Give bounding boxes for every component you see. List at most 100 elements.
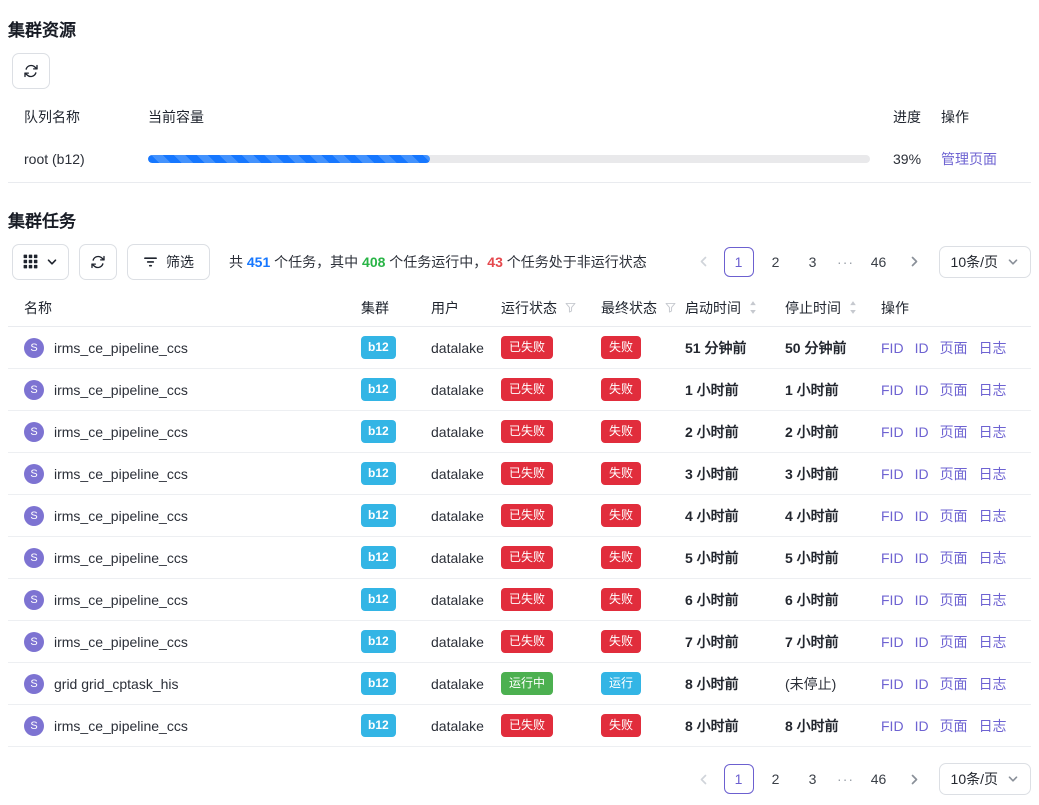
log-link[interactable]: 日志 [979,466,1007,482]
stop-time: (未停止) [777,663,869,705]
summary-text: 共 [229,254,247,270]
summary-text: 个任务处于非运行状态 [503,254,647,270]
fid-link[interactable]: FID [881,466,904,482]
page-link[interactable]: 页面 [940,340,968,356]
total-tasks-count: 451 [247,254,270,270]
fid-link[interactable]: FID [881,676,904,692]
task-name: irms_ce_pipeline_ccs [54,382,188,398]
pagination-page-46[interactable]: 46 [864,247,894,277]
page-link[interactable]: 页面 [940,676,968,692]
id-link[interactable]: ID [915,634,929,650]
log-link[interactable]: 日志 [979,340,1007,356]
filter-funnel-icon[interactable] [564,301,577,314]
fid-link[interactable]: FID [881,424,904,440]
id-link[interactable]: ID [915,676,929,692]
page-link[interactable]: 页面 [940,508,968,524]
filter-icon [143,254,158,269]
user-name: datalake [423,453,493,495]
fid-link[interactable]: FID [881,718,904,734]
pagination-next-icon[interactable] [901,247,927,277]
chevron-down-icon [1007,773,1019,785]
filter-button[interactable]: 筛选 [127,244,210,280]
log-link[interactable]: 日志 [979,634,1007,650]
fid-link[interactable]: FID [881,634,904,650]
user-name: datalake [423,411,493,453]
pagination-page-3[interactable]: 3 [798,247,828,277]
cluster-badge: b12 [361,504,396,526]
capacity-progress-fill [148,155,430,163]
fid-link[interactable]: FID [881,508,904,524]
refresh-icon [23,63,39,79]
tasks-refresh-button[interactable] [79,244,117,280]
resources-refresh-button[interactable] [12,53,50,89]
log-link[interactable]: 日志 [979,592,1007,608]
log-link[interactable]: 日志 [979,382,1007,398]
id-link[interactable]: ID [915,550,929,566]
log-link[interactable]: 日志 [979,550,1007,566]
start-time: 3 小时前 [677,453,777,495]
cluster-badge: b12 [361,546,396,568]
page-size-select[interactable]: 10条/页 [939,246,1031,278]
page-size-select[interactable]: 10条/页 [939,763,1031,795]
pagination-prev-icon[interactable] [691,247,717,277]
final-status-badge: 失败 [601,462,641,484]
pagination-ellipsis[interactable]: ··· [835,771,857,787]
col-final-status-label: 最终状态 [601,298,657,318]
stop-time: 8 小时前 [777,705,869,747]
pagination-page-1[interactable]: 1 [724,247,754,277]
avatar: S [24,506,44,526]
page-link[interactable]: 页面 [940,424,968,440]
page-link[interactable]: 页面 [940,466,968,482]
page-link[interactable]: 页面 [940,550,968,566]
fid-link[interactable]: FID [881,592,904,608]
fid-link[interactable]: FID [881,382,904,398]
sorter-icon[interactable] [848,300,858,315]
final-status-badge: 失败 [601,420,641,442]
stop-time: 2 小时前 [777,411,869,453]
col-start-time: 启动时间 [677,290,777,327]
table-row: S irms_ce_pipeline_ccs b12 datalake 已失败 … [8,411,1031,453]
log-link[interactable]: 日志 [979,508,1007,524]
id-link[interactable]: ID [915,508,929,524]
layout-grid-button[interactable] [12,244,69,280]
page-link[interactable]: 页面 [940,592,968,608]
id-link[interactable]: ID [915,718,929,734]
sorter-icon[interactable] [748,300,758,315]
id-link[interactable]: ID [915,592,929,608]
table-row: S irms_ce_pipeline_ccs b12 datalake 已失败 … [8,495,1031,537]
page-link[interactable]: 页面 [940,382,968,398]
fid-link[interactable]: FID [881,340,904,356]
avatar: S [24,590,44,610]
start-time: 6 小时前 [677,579,777,621]
stop-time: 5 小时前 [777,537,869,579]
pagination-page-2[interactable]: 2 [761,247,791,277]
cluster-badge: b12 [361,462,396,484]
user-name: datalake [423,621,493,663]
id-link[interactable]: ID [915,340,929,356]
stop-time: 3 小时前 [777,453,869,495]
final-status-badge: 失败 [601,714,641,736]
log-link[interactable]: 日志 [979,718,1007,734]
cluster-badge: b12 [361,714,396,736]
log-link[interactable]: 日志 [979,424,1007,440]
stop-time: 4 小时前 [777,495,869,537]
id-link[interactable]: ID [915,466,929,482]
run-status-badge: 运行中 [501,672,553,694]
col-progress: 进度 [885,97,933,137]
run-status-badge: 已失败 [501,378,553,400]
pagination-top: 1 2 3 ··· 46 10条/页 [691,246,1031,278]
manage-page-link[interactable]: 管理页面 [941,151,997,167]
user-name: datalake [423,369,493,411]
id-link[interactable]: ID [915,382,929,398]
log-link[interactable]: 日志 [979,676,1007,692]
page-link[interactable]: 页面 [940,634,968,650]
queue-name: root (b12) [8,137,148,182]
id-link[interactable]: ID [915,424,929,440]
filter-funnel-icon[interactable] [664,301,677,314]
fid-link[interactable]: FID [881,550,904,566]
table-row: S irms_ce_pipeline_ccs b12 datalake 已失败 … [8,537,1031,579]
page-link[interactable]: 页面 [940,718,968,734]
start-time: 5 小时前 [677,537,777,579]
pagination-ellipsis[interactable]: ··· [835,254,857,270]
avatar: S [24,338,44,358]
